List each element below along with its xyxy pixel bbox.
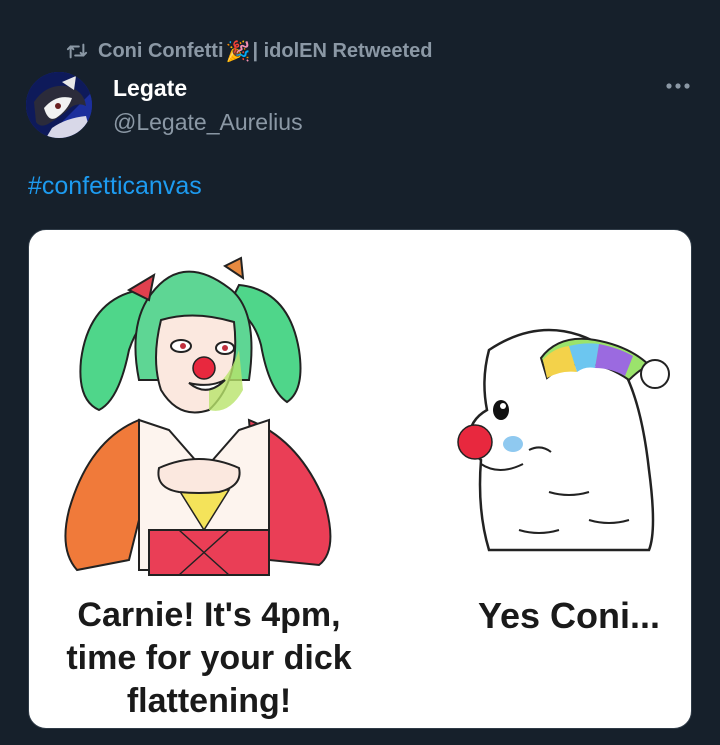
display-name[interactable]: Legate bbox=[113, 73, 303, 103]
retweeter-name[interactable]: Coni Confetti bbox=[98, 40, 224, 63]
avatar[interactable] bbox=[26, 72, 92, 138]
tweet-author[interactable]: Legate @Legate_Aurelius bbox=[113, 73, 303, 137]
clown-girl-drawing bbox=[64, 256, 332, 576]
hashtag-link[interactable]: #confetticanvas bbox=[28, 172, 202, 201]
tweet-media-image[interactable]: Carnie! It's 4pm, time for your dick fla… bbox=[28, 229, 692, 729]
retweet-indicator[interactable]: Coni Confetti 🎉 | idolEN Retweeted bbox=[66, 38, 433, 64]
party-popper-icon: 🎉 bbox=[225, 40, 251, 63]
clown-creature-drawing bbox=[457, 328, 670, 552]
retweet-label: | idolEN Retweeted bbox=[252, 39, 433, 62]
more-dots-icon bbox=[666, 83, 690, 89]
more-options-button[interactable] bbox=[664, 76, 692, 96]
user-handle[interactable]: @Legate_Aurelius bbox=[113, 107, 303, 137]
meme-caption-right: Yes Coni... bbox=[477, 595, 661, 636]
retweet-icon bbox=[66, 41, 88, 61]
meme-caption-left: Carnie! It's 4pm, time for your dick fla… bbox=[66, 596, 352, 720]
